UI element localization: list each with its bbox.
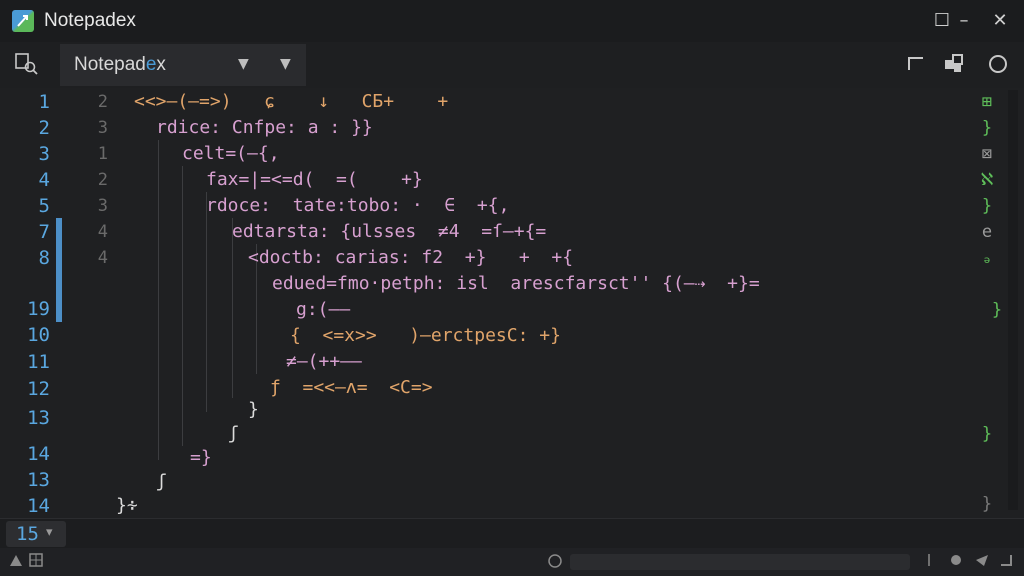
code-editor[interactable] (0, 88, 1024, 518)
line-number: 3 (38, 143, 50, 165)
send-icon[interactable] (974, 552, 990, 572)
code-line[interactable]: g:(–— (296, 299, 350, 320)
fold-level-number: 3 (97, 118, 108, 138)
extension-icon[interactable] (940, 52, 968, 80)
change-marker: ⊠ (981, 144, 993, 164)
line-number: 14 (27, 443, 50, 465)
window-title: Notepadex (44, 10, 136, 31)
circle-icon[interactable] (984, 52, 1012, 80)
app-logo-icon (12, 10, 34, 32)
code-line[interactable]: <<>–(–=>) ɕ ↓ CБ+ + (134, 91, 448, 112)
line-number: 13 (27, 407, 50, 429)
fold-level-number: 4 (97, 222, 108, 242)
code-line[interactable]: edued=fmo·petph: isl arescfarsct'' {(–⇢ … (272, 273, 760, 294)
tab-dropdown-icon[interactable]: ▼ (238, 56, 249, 72)
corner-icon[interactable] (902, 52, 930, 80)
minimize-button[interactable]: – (950, 8, 978, 34)
line-number: 14 (27, 495, 50, 517)
tab-notepadex[interactable]: Notepadex ▼ ▼ (60, 44, 306, 86)
clock-icon[interactable] (546, 552, 564, 574)
line-number: 4 (38, 169, 50, 191)
code-line[interactable]: { <=x>> )–erctpesC: +} (290, 325, 561, 346)
vertical-scrollbar[interactable] (1008, 90, 1018, 510)
line-number: 1 (38, 91, 50, 113)
indent-guide (206, 192, 207, 412)
settings-icon[interactable] (8, 552, 24, 572)
code-line[interactable]: } (248, 399, 259, 420)
chevron-down-icon: ▾ (46, 525, 53, 540)
minimize-icon: – (959, 10, 969, 31)
line-number: 19 (27, 298, 50, 320)
change-marker: } (981, 196, 993, 216)
line-number: 2 (38, 117, 50, 139)
find-in-files-icon[interactable] (12, 50, 40, 78)
change-marker: } (981, 494, 993, 514)
code-line[interactable]: <doctb: carias: f2 +} + +{ (248, 247, 573, 268)
code-line[interactable]: =} (190, 447, 212, 468)
tab-label: Notepadex (74, 54, 166, 75)
line-number: 12 (27, 378, 50, 400)
corner-arrow-icon[interactable] (998, 552, 1014, 572)
change-marker: ⊞ (981, 92, 993, 112)
close-button[interactable]: ✕ (986, 8, 1014, 34)
code-line[interactable]: celt=(–{, (182, 143, 280, 164)
code-line[interactable]: ʃ (156, 471, 167, 492)
code-line[interactable]: ƒ =<<–ʌ= <C=> (270, 377, 433, 398)
line-number: 5 (38, 195, 50, 217)
change-marker: ℵ (980, 170, 994, 190)
code-line[interactable]: ʃ (228, 423, 239, 444)
fold-level-number: 3 (97, 196, 108, 216)
change-marker: } (981, 424, 993, 444)
line-number: 11 (27, 351, 50, 373)
record-dot-icon[interactable] (948, 552, 964, 572)
code-line[interactable]: fax=|=<=d( =( +} (206, 169, 423, 190)
change-marker: } (991, 300, 1003, 320)
line-number: 8 (38, 247, 50, 269)
change-marker: } (981, 118, 993, 138)
grid-icon[interactable] (28, 552, 44, 572)
current-line-indicator[interactable]: 15 ▾ (6, 521, 66, 547)
horizontal-scrollbar[interactable] (570, 554, 910, 570)
current-line-number: 15 (16, 523, 39, 545)
indent-guide (158, 140, 159, 460)
indent-guide (182, 166, 183, 446)
modified-lines-bar (56, 218, 62, 322)
pipe-icon (924, 552, 934, 572)
change-marker: ₔ (981, 248, 993, 268)
code-line[interactable]: rdoce: tate:tobo: · ∈ +{, (206, 195, 509, 216)
code-line[interactable]: rdice: Cnfpe: a : }} (156, 117, 373, 138)
tab-list-dropdown-icon[interactable]: ▼ (280, 56, 291, 72)
code-line[interactable]: }∻ (116, 495, 138, 516)
editor-footer (0, 518, 1024, 549)
fold-level-number: 2 (97, 92, 108, 112)
indent-guide (232, 218, 233, 398)
close-icon: ✕ (992, 10, 1008, 31)
fold-level-number: 4 (97, 248, 108, 268)
change-marker: e (981, 222, 993, 242)
code-line[interactable]: edtarsta: {ulsses ≠4 =ſ–+{= (232, 221, 546, 242)
fold-level-number: 1 (97, 144, 108, 164)
line-number: 10 (27, 324, 50, 346)
code-line[interactable]: ≠–(++–— (286, 351, 362, 372)
line-number: 7 (38, 221, 50, 243)
fold-level-number: 2 (97, 170, 108, 190)
maximize-icon: ☐ (933, 10, 951, 31)
line-number: 13 (27, 469, 50, 491)
title-bar: Notepadex ☐ – ✕ (0, 0, 1024, 42)
